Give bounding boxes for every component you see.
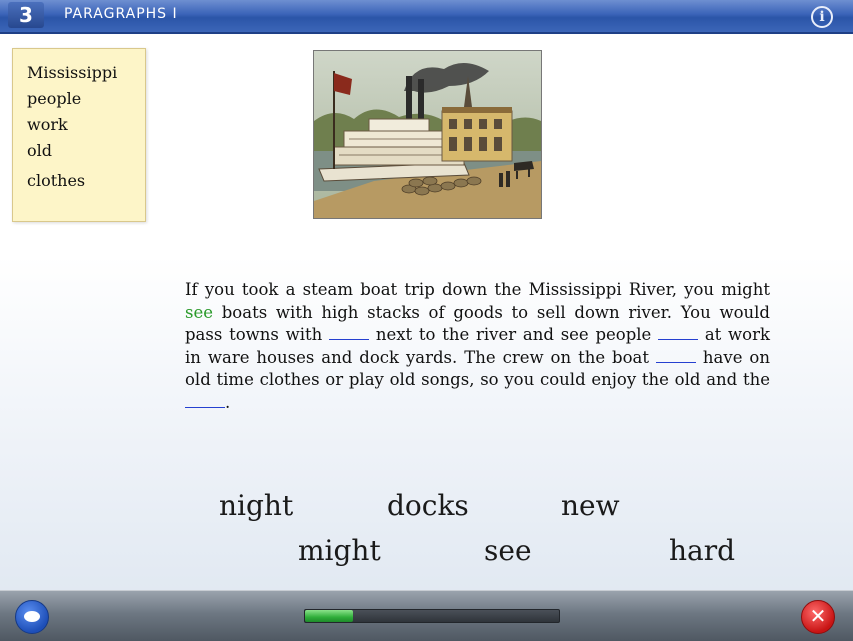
story-paragraph: If you took a steam boat trip down the M… (185, 279, 770, 415)
word-choice-hard[interactable]: hard (669, 534, 735, 567)
header-bar: 3 PARAGRAPHS I i (0, 0, 853, 34)
paragraph-text: If you took a steam boat trip down the M… (185, 280, 770, 299)
chat-button[interactable] (15, 600, 49, 634)
paragraph-text: next to the river and see people (369, 325, 659, 345)
word-list-item: work (27, 115, 68, 134)
answer-blank[interactable] (185, 393, 225, 408)
word-list-item: clothes (27, 171, 86, 190)
word-list-box: Mississippi people work old clothes (12, 48, 146, 222)
page-title: PARAGRAPHS I (64, 6, 178, 22)
word-choice-new[interactable]: new (561, 489, 620, 522)
paragraph-text: . (225, 392, 231, 412)
speech-bubble-icon (24, 611, 40, 622)
word-choice-docks[interactable]: docks (387, 489, 469, 522)
answer-blank[interactable] (655, 348, 696, 363)
answer-blank[interactable] (658, 325, 699, 341)
info-icon[interactable]: i (811, 6, 833, 28)
word-list-item: old (27, 141, 52, 160)
close-button[interactable]: ✕ (801, 600, 835, 634)
progress-bar (304, 609, 560, 623)
word-choice-see[interactable]: see (484, 534, 532, 567)
word-list-item: people (27, 89, 82, 108)
word-choice-might[interactable]: might (298, 534, 381, 567)
answer-blank[interactable] (329, 325, 370, 341)
lesson-number: 3 (8, 2, 44, 28)
filled-blank[interactable]: see (185, 303, 213, 322)
bottom-toolbar: ✕ (0, 590, 853, 641)
progress-fill (305, 610, 354, 622)
word-choice-night[interactable]: night (219, 489, 293, 522)
steamboat-picture (313, 50, 542, 219)
word-list-item: Mississippi (27, 63, 118, 82)
